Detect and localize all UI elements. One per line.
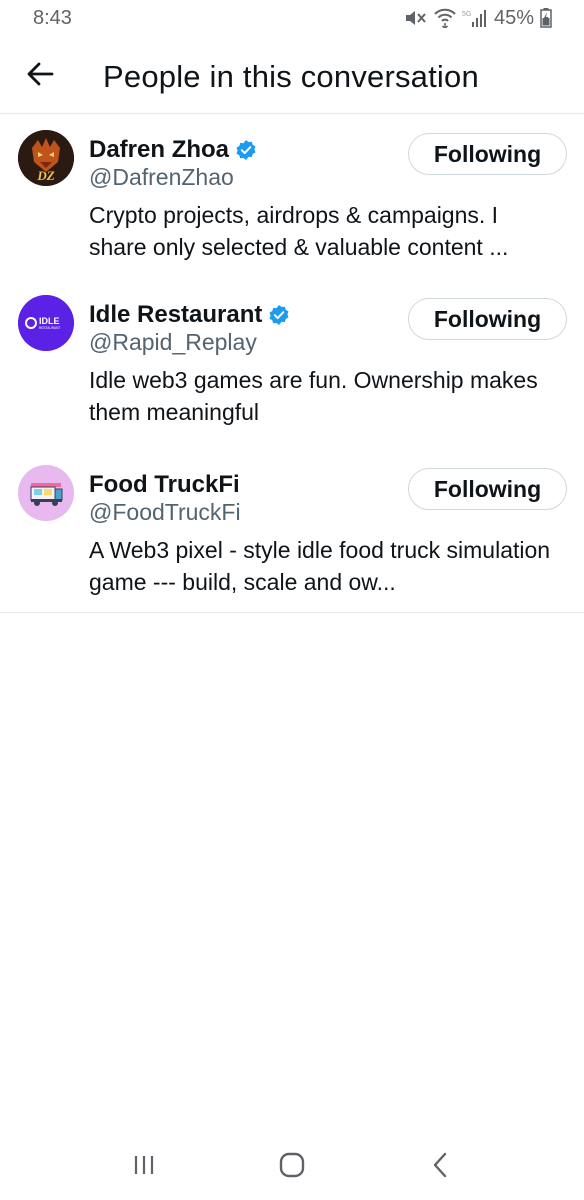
verified-badge-icon: [235, 139, 257, 161]
svg-text:DZ: DZ: [36, 168, 54, 183]
back-icon: [432, 1152, 448, 1183]
home-button[interactable]: [252, 1142, 332, 1192]
svg-text:5G: 5G: [462, 11, 471, 18]
system-nav-bar: [0, 1134, 584, 1200]
battery-icon: [540, 8, 552, 28]
avatar[interactable]: [18, 465, 74, 521]
home-icon: [279, 1152, 305, 1183]
avatar[interactable]: DZ: [18, 130, 74, 186]
list-item[interactable]: IDLE RESTAURANT Idle Restaurant @Rapid_R…: [0, 279, 584, 449]
status-icons: 5G 45%: [404, 7, 552, 30]
people-list: DZ Dafren Zhoa @DafrenZhao Crypto projec…: [0, 114, 584, 613]
back-nav-button[interactable]: [400, 1142, 480, 1192]
person-name[interactable]: Idle Restaurant: [89, 301, 262, 329]
person-bio: A Web3 pixel - style idle food truck sim…: [89, 537, 551, 595]
svg-text:RESTAURANT: RESTAURANT: [39, 326, 60, 330]
person-bio: Crypto projects, airdrops & campaigns. I…: [89, 202, 509, 260]
food-truck-icon: [18, 465, 74, 521]
signal-icon: 5G: [462, 8, 488, 28]
recent-apps-icon: [132, 1154, 156, 1181]
arrow-left-icon: [26, 62, 54, 91]
list-item[interactable]: DZ Dafren Zhoa @DafrenZhao Crypto projec…: [0, 114, 584, 279]
status-time: 8:43: [33, 6, 72, 29]
following-button[interactable]: Following: [408, 298, 567, 340]
mute-icon: [404, 8, 428, 28]
back-button[interactable]: [0, 40, 80, 114]
recent-apps-button[interactable]: [104, 1142, 184, 1192]
wifi-icon: [434, 8, 456, 28]
following-button[interactable]: Following: [408, 468, 567, 510]
svg-text:IDLE: IDLE: [39, 316, 60, 326]
header: People in this conversation: [0, 40, 584, 114]
following-button[interactable]: Following: [408, 133, 567, 175]
list-item[interactable]: Food TruckFi @FoodTruckFi A Web3 pixel -…: [0, 449, 584, 612]
battery-level: 45%: [493, 6, 534, 29]
avatar[interactable]: IDLE RESTAURANT: [18, 295, 74, 351]
page-title: People in this conversation: [103, 58, 479, 94]
person-name[interactable]: Dafren Zhoa: [89, 136, 229, 164]
person-bio: Idle web3 games are fun. Ownership makes…: [89, 367, 538, 425]
status-bar: 8:43 5G 45%: [0, 0, 584, 36]
person-name[interactable]: Food TruckFi: [89, 471, 240, 499]
verified-badge-icon: [268, 304, 290, 326]
